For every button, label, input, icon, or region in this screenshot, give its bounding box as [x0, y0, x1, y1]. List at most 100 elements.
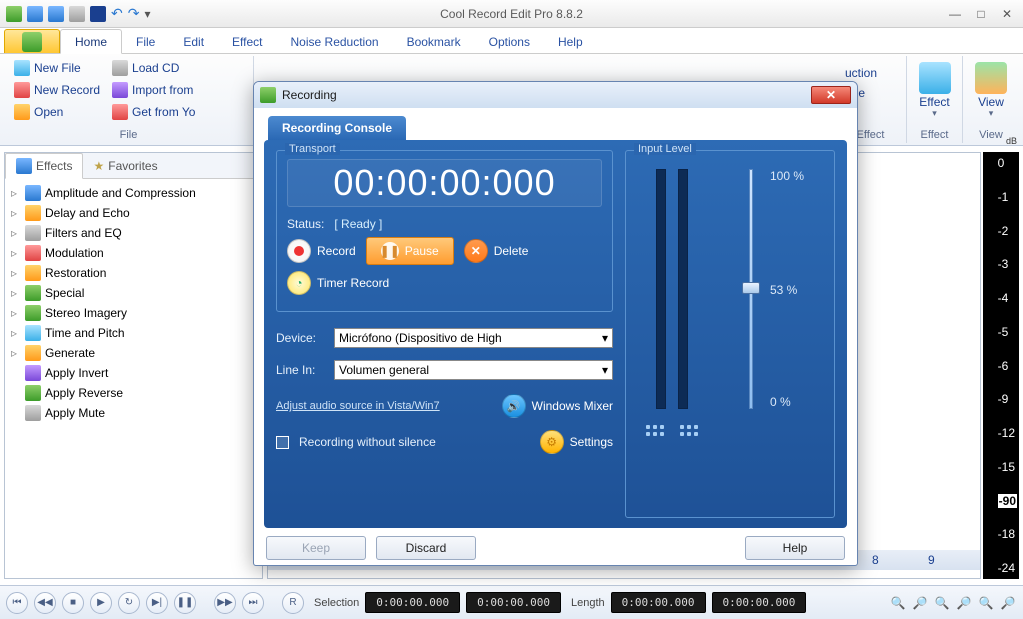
- orb-icon: [22, 32, 42, 52]
- zoom-v-out-icon[interactable]: 🔎: [999, 594, 1017, 612]
- level-slider[interactable]: [742, 169, 758, 409]
- close-button[interactable]: ✕: [995, 6, 1019, 22]
- silence-label: Recording without silence: [299, 435, 436, 449]
- zoom-v-in-icon[interactable]: 🔍: [977, 594, 995, 612]
- delete-action[interactable]: Delete: [464, 239, 529, 263]
- timer-record-action[interactable]: Timer Record: [287, 271, 389, 295]
- import-from-button[interactable]: Import from: [108, 80, 199, 100]
- minimize-button[interactable]: —: [943, 6, 967, 22]
- title-bar: ↶ ↷ ▾ Cool Record Edit Pro 8.8.2 — □ ✕: [0, 0, 1023, 28]
- qat-open2-icon[interactable]: [48, 6, 64, 22]
- tab-bookmark[interactable]: Bookmark: [393, 30, 475, 53]
- transport-bar: ⏮ ◀◀ ■ ▶ ↻ ▶| ❚❚ ▶▶ ⏭ R Selection 0:00:0…: [0, 585, 1023, 619]
- qat-dropdown-icon[interactable]: ▾: [144, 7, 150, 21]
- ribbon-uction[interactable]: uction: [841, 64, 881, 82]
- import-icon: [112, 82, 128, 98]
- length-from: 0:00:00.000: [611, 592, 706, 613]
- pause-button[interactable]: ❚❚: [174, 592, 196, 614]
- sidebar-tab-favorites[interactable]: ★Favorites: [83, 153, 167, 178]
- qat-save-icon[interactable]: [69, 6, 85, 22]
- load-cd-button[interactable]: Load CD: [108, 58, 199, 78]
- help-button[interactable]: Help: [745, 536, 845, 560]
- zoom-out-icon[interactable]: 🔎: [911, 594, 929, 612]
- tab-effect[interactable]: Effect: [218, 30, 276, 53]
- device-label: Device:: [276, 331, 326, 345]
- mute-icon: [25, 405, 41, 421]
- play-sel-button[interactable]: ▶|: [146, 592, 168, 614]
- tree-stereo[interactable]: ▹Stereo Imagery: [7, 303, 260, 323]
- view-big-button[interactable]: View▾: [969, 58, 1013, 127]
- dialog-icon: [260, 87, 276, 103]
- delay-icon: [25, 205, 41, 221]
- dialog-titlebar[interactable]: Recording ✕: [254, 82, 857, 108]
- undo-icon[interactable]: ↶: [111, 5, 123, 22]
- tab-noise-reduction[interactable]: Noise Reduction: [277, 30, 393, 53]
- tree-generate[interactable]: ▹Generate: [7, 343, 260, 363]
- open-button[interactable]: Open: [10, 102, 104, 122]
- redo-icon[interactable]: ↷: [128, 5, 140, 22]
- tree-time-pitch[interactable]: ▹Time and Pitch: [7, 323, 260, 343]
- sidebar-tab-effects[interactable]: Effects: [5, 153, 83, 179]
- discard-button[interactable]: Discard: [376, 536, 476, 560]
- maximize-button[interactable]: □: [969, 6, 993, 22]
- settings-action[interactable]: Settings: [540, 430, 613, 454]
- qat-icon-1[interactable]: [6, 6, 22, 22]
- zoom-sel-icon[interactable]: 🔍: [933, 594, 951, 612]
- rewind-button[interactable]: ◀◀: [34, 592, 56, 614]
- zoom-fit-icon[interactable]: 🔎: [955, 594, 973, 612]
- ffwd-button[interactable]: ▶▶: [214, 592, 236, 614]
- slider-53: 53 %: [770, 283, 804, 297]
- linein-select[interactable]: Volumen general▾: [334, 360, 613, 380]
- skip-start-button[interactable]: ⏮: [6, 592, 28, 614]
- tree-special[interactable]: ▹Special: [7, 283, 260, 303]
- new-record-icon: [14, 82, 30, 98]
- qat-floppy-icon[interactable]: [90, 6, 106, 22]
- pause-action[interactable]: ❚❚Pause: [366, 237, 454, 265]
- chevron-down-icon: ▾: [602, 363, 608, 377]
- record-button[interactable]: R: [282, 592, 304, 614]
- qat-open-icon[interactable]: [27, 6, 43, 22]
- get-from-button[interactable]: Get from Yo: [108, 102, 199, 122]
- keep-button[interactable]: Keep: [266, 536, 366, 560]
- tree-amplitude[interactable]: ▹Amplitude and Compression: [7, 183, 260, 203]
- new-record-button[interactable]: New Record: [10, 80, 104, 100]
- record-action[interactable]: Record: [287, 239, 356, 263]
- meter-dots: [636, 419, 824, 436]
- db-header: dB: [1006, 136, 1017, 146]
- tab-home[interactable]: Home: [60, 29, 122, 54]
- effect-big-button[interactable]: Effect▾: [913, 58, 956, 127]
- skip-end-button[interactable]: ⏭: [242, 592, 264, 614]
- input-legend: Input Level: [634, 143, 696, 155]
- youtube-icon: [112, 104, 128, 120]
- tree-apply-reverse[interactable]: Apply Reverse: [7, 383, 260, 403]
- stop-button[interactable]: ■: [62, 592, 84, 614]
- time-icon: [25, 325, 41, 341]
- tab-file[interactable]: File: [122, 30, 169, 53]
- slider-thumb[interactable]: [742, 282, 760, 294]
- app-orb-button[interactable]: [4, 29, 60, 53]
- tab-options[interactable]: Options: [475, 30, 544, 53]
- new-file-button[interactable]: New File: [10, 58, 104, 78]
- recording-console: Transport 00:00:00:000 Status: [ Ready ]…: [264, 140, 847, 528]
- windows-mixer-action[interactable]: Windows Mixer: [502, 394, 613, 418]
- status-label: Status:: [287, 217, 324, 231]
- file-group-label: File: [10, 127, 247, 143]
- effects-tab-icon: [16, 158, 32, 174]
- selection-label: Selection: [314, 597, 359, 609]
- tree-filters[interactable]: ▹Filters and EQ: [7, 223, 260, 243]
- tab-edit[interactable]: Edit: [169, 30, 218, 53]
- silence-checkbox[interactable]: [276, 436, 289, 449]
- reverse-icon: [25, 385, 41, 401]
- tree-delay[interactable]: ▹Delay and Echo: [7, 203, 260, 223]
- zoom-in-icon[interactable]: 🔍: [889, 594, 907, 612]
- tree-apply-mute[interactable]: Apply Mute: [7, 403, 260, 423]
- device-select[interactable]: Micrófono (Dispositivo de High▾: [334, 328, 613, 348]
- tree-restoration[interactable]: ▹Restoration: [7, 263, 260, 283]
- tab-help[interactable]: Help: [544, 30, 597, 53]
- loop-button[interactable]: ↻: [118, 592, 140, 614]
- adjust-source-link[interactable]: Adjust audio source in Vista/Win7: [276, 400, 440, 412]
- tree-apply-invert[interactable]: Apply Invert: [7, 363, 260, 383]
- dialog-close-button[interactable]: ✕: [811, 86, 851, 104]
- play-button[interactable]: ▶: [90, 592, 112, 614]
- tree-modulation[interactable]: ▹Modulation: [7, 243, 260, 263]
